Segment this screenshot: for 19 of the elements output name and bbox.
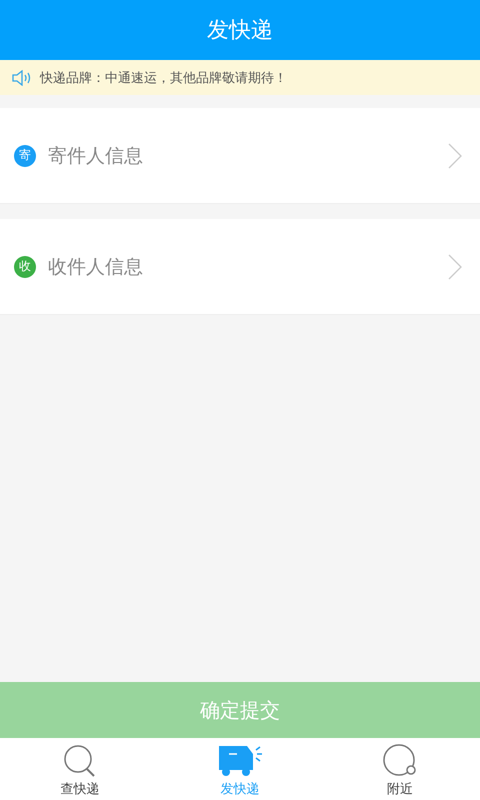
tab-label: 查快递 xyxy=(60,781,100,798)
info-row[interactable]: 收 收件人信息 xyxy=(0,219,480,315)
tab[interactable]: 查快递 xyxy=(30,738,130,800)
speaker-icon xyxy=(12,70,32,86)
tab-label: 发快递 xyxy=(220,781,260,798)
notice-text: 快递品牌：中通速运，其他品牌敬请期待！ xyxy=(40,70,287,86)
page-title: 发快递 xyxy=(207,17,273,45)
pin-badge: 寄 xyxy=(14,144,36,166)
tab[interactable]: 附近 xyxy=(350,738,450,800)
info-row[interactable]: 寄 寄件人信息 xyxy=(0,108,480,204)
pin-badge: 收 xyxy=(14,256,36,278)
row-label: 收件人信息 xyxy=(48,254,144,280)
row-label: 寄件人信息 xyxy=(48,144,144,168)
nearby-icon xyxy=(382,744,418,778)
chevron-icon xyxy=(448,254,462,280)
chevron-icon xyxy=(448,142,462,168)
tab[interactable]: 发快递 xyxy=(190,738,290,800)
truck-icon xyxy=(217,744,263,778)
tab-label: 附近 xyxy=(387,781,413,798)
